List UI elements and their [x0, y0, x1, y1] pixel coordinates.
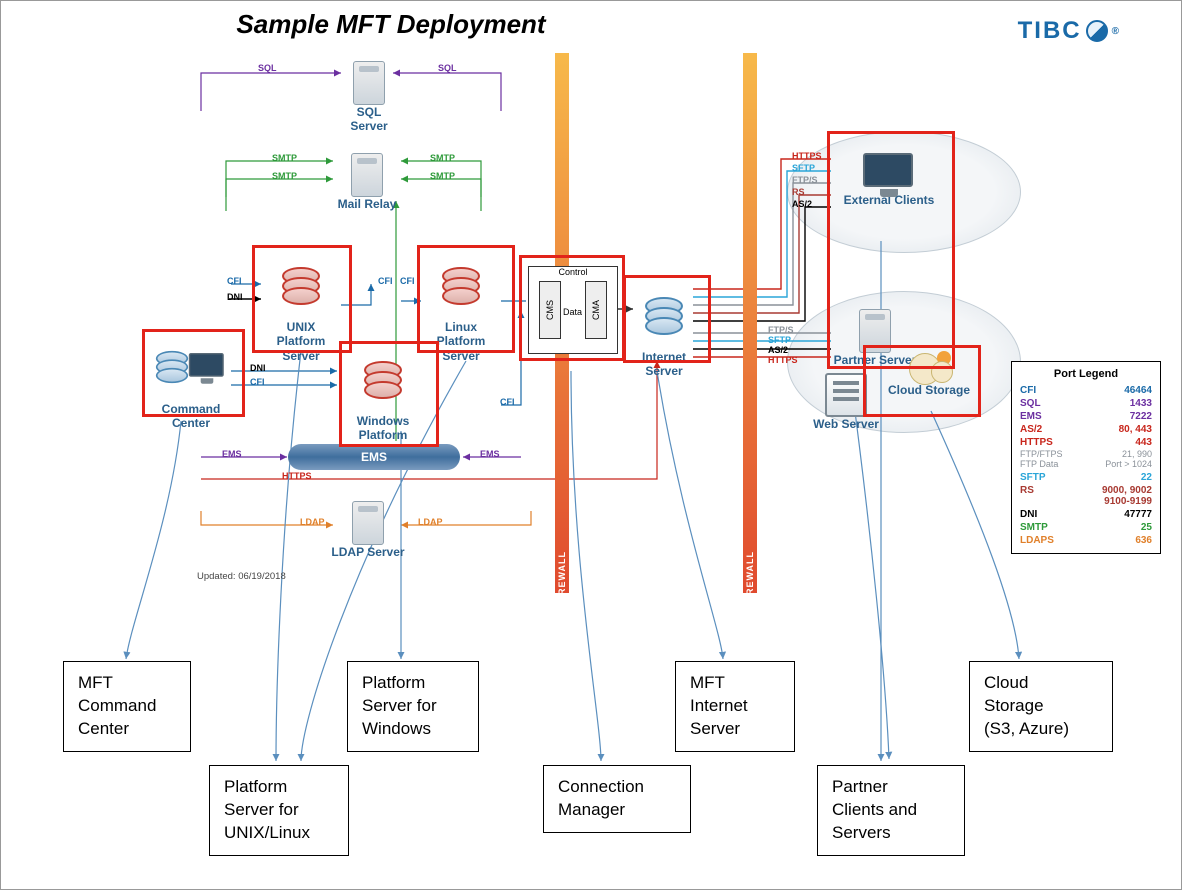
server-icon	[859, 309, 891, 353]
unix-ps-node: UNIX Platform Server	[263, 253, 339, 377]
conn-as2: AS/2	[791, 199, 813, 209]
conn-sftp: SFTP	[791, 163, 816, 173]
callout-command-center: MFT Command Center	[63, 661, 191, 752]
cm-cms-box: CMS	[539, 281, 561, 339]
connection-manager-node: Control CMS Data CMA	[528, 266, 618, 354]
connections-layer	[1, 1, 1182, 890]
brand-logo: TIBC ®	[1018, 17, 1121, 45]
server-icon	[352, 501, 384, 545]
globe-icon	[1086, 20, 1108, 42]
port-legend: Port Legend CFI46464SQL1433EMS7222AS/280…	[1011, 361, 1161, 554]
callout-partners: Partner Clients and Servers	[817, 765, 965, 856]
ems-node: EMS	[288, 444, 460, 470]
db-icon	[360, 361, 406, 399]
conn-cfi: CFI	[399, 276, 416, 286]
conn-https: HTTPS	[791, 151, 823, 161]
legend-title: Port Legend	[1020, 368, 1152, 380]
brand-text: TIBC	[1018, 17, 1082, 45]
sql-server-node: SQL Server	[339, 61, 399, 134]
cloud-storage-node: Cloud Storage	[881, 353, 977, 397]
internet-server-node: Internet Server	[629, 283, 699, 393]
server-icon	[353, 61, 385, 105]
conn-cfi: CFI	[249, 377, 266, 387]
mail-relay-node: Mail Relay	[333, 153, 401, 211]
callout-internet-server: MFT Internet Server	[675, 661, 795, 752]
web-server-icon	[825, 373, 867, 417]
cloud-icon	[903, 353, 955, 383]
callout-conn-mgr: Connection Manager	[543, 765, 691, 833]
linux-ps-node: Linux Platform Server	[423, 253, 499, 377]
conn-sql: SQL	[257, 63, 278, 73]
legend-row: DNI47777	[1020, 508, 1152, 521]
conn-ems: EMS	[479, 449, 501, 459]
conn-sftp: SFTP	[767, 335, 792, 345]
conn-dni: DNI	[249, 363, 267, 373]
db-icon	[278, 267, 324, 305]
diagram-page: Sample MFT Deployment TIBC ®	[0, 0, 1182, 890]
cm-cms-label: CMS	[545, 300, 555, 320]
legend-row: FTP/FTPS FTP Data21, 990 Port > 1024	[1020, 449, 1152, 471]
server-icon	[351, 153, 383, 197]
command-center-label: Command Center	[149, 402, 233, 431]
linux-ps-label: Linux Platform Server	[423, 320, 499, 363]
cm-data-label: Data	[563, 307, 582, 317]
command-center-node: Command Center	[149, 333, 233, 445]
conn-ftps: FTP/S	[767, 325, 795, 335]
internet-server-label: Internet Server	[629, 350, 699, 379]
callout-windows-ps: Platform Server for Windows	[347, 661, 479, 752]
cm-cma-box: CMA	[585, 281, 607, 339]
web-server-label: Web Server	[803, 417, 889, 431]
ldap-server-node: LDAP Server	[329, 501, 407, 559]
conn-smtp: SMTP	[271, 153, 298, 163]
conn-sql: SQL	[437, 63, 458, 73]
conn-cfi: CFI	[226, 276, 243, 286]
conn-smtp: SMTP	[271, 171, 298, 181]
legend-row: HTTPS443	[1020, 436, 1152, 449]
legend-row: CFI46464	[1020, 384, 1152, 397]
legend-row: SMTP25	[1020, 521, 1152, 534]
firewall-label: FIREWALL	[557, 551, 567, 605]
callout-cloud: Cloud Storage (S3, Azure)	[969, 661, 1113, 752]
legend-row: EMS7222	[1020, 410, 1152, 423]
cm-cma-label: CMA	[591, 300, 601, 320]
command-center-icon	[149, 347, 233, 387]
web-server-node: Web Server	[803, 373, 889, 431]
conn-https: HTTPS	[767, 355, 799, 365]
ldap-server-label: LDAP Server	[329, 545, 407, 559]
page-title: Sample MFT Deployment	[1, 9, 781, 40]
cloud-storage-label: Cloud Storage	[881, 383, 977, 397]
sql-server-label: SQL Server	[339, 105, 399, 134]
updated-date: Updated: 06/19/2018	[197, 571, 286, 582]
firewall-right: FIREWALL	[743, 53, 757, 593]
legend-row: LDAPS636	[1020, 534, 1152, 547]
conn-ldap: LDAP	[417, 517, 444, 527]
conn-cfi: CFI	[499, 397, 516, 407]
cm-control-label: Control	[529, 267, 617, 277]
conn-ems: EMS	[221, 449, 243, 459]
conn-rs: RS	[791, 187, 806, 197]
conn-as2: AS/2	[767, 345, 789, 355]
conn-smtp: SMTP	[429, 153, 456, 163]
unix-ps-label: UNIX Platform Server	[263, 320, 339, 363]
firewall-label: FIREWALL	[745, 551, 755, 605]
db-icon	[641, 297, 687, 335]
mail-relay-label: Mail Relay	[333, 197, 401, 211]
conn-dni: DNI	[226, 292, 244, 302]
db-icon	[438, 267, 484, 305]
conn-ftps: FTP/S	[791, 175, 819, 185]
registered-mark: ®	[1112, 26, 1121, 37]
conn-smtp: SMTP	[429, 171, 456, 181]
external-clients-node: External Clients	[839, 153, 939, 207]
legend-row: RS9000, 9002 9100-9199	[1020, 484, 1152, 508]
legend-row: SFTP22	[1020, 471, 1152, 484]
conn-https: HTTPS	[281, 471, 313, 481]
conn-cfi: CFI	[377, 276, 394, 286]
legend-row: SQL1433	[1020, 397, 1152, 410]
conn-ldap: LDAP	[299, 517, 326, 527]
callout-unix-linux-ps: Platform Server for UNIX/Linux	[209, 765, 349, 856]
legend-row: AS/280, 443	[1020, 423, 1152, 436]
monitor-icon	[863, 153, 915, 193]
